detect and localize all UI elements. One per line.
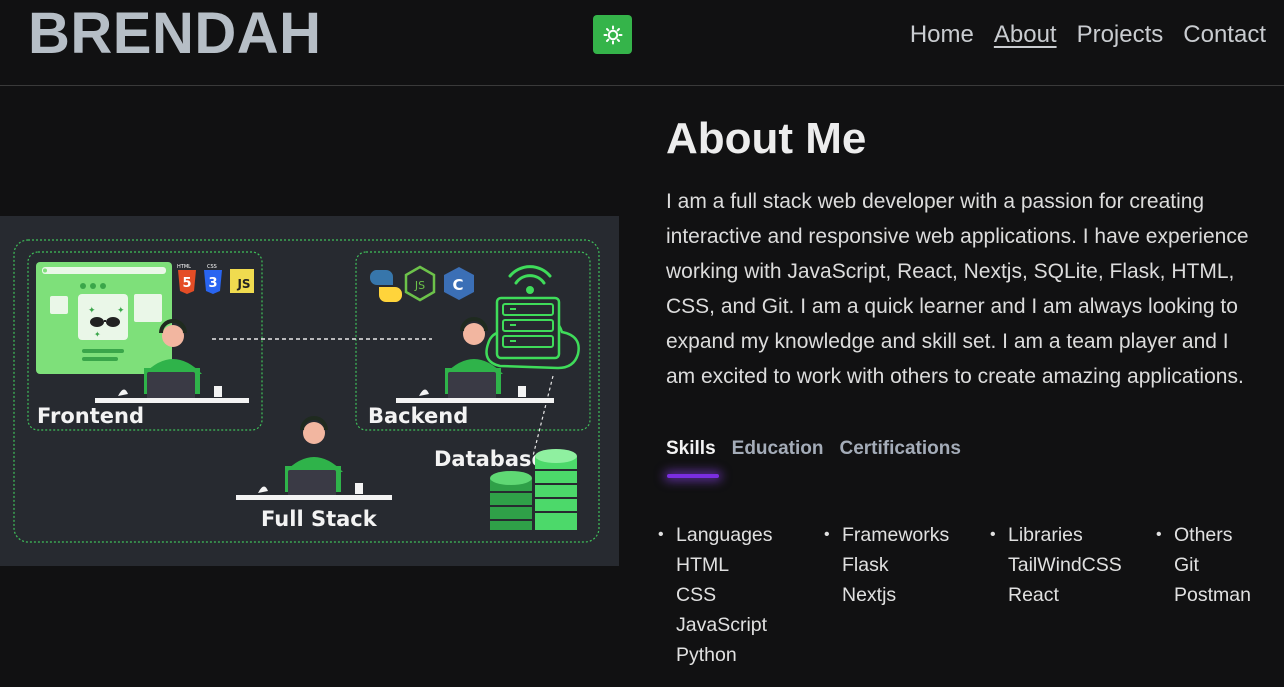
nav-projects[interactable]: Projects	[1077, 20, 1164, 50]
svg-text:C: C	[452, 276, 463, 294]
fullstack-label: Full Stack	[261, 507, 378, 531]
svg-text:3: 3	[208, 276, 217, 291]
css3-icon: CSS 3	[204, 264, 222, 294]
svg-text:5: 5	[182, 276, 191, 291]
fullstack-developer-figure	[236, 416, 392, 500]
brand-logo[interactable]: BRENDAH	[28, 2, 322, 66]
html5-icon: HTML 5	[177, 264, 196, 294]
svg-text:JS: JS	[414, 279, 425, 292]
about-line: interactive and responsive web applicati…	[666, 225, 1249, 248]
skill-item: Flask	[842, 554, 889, 576]
skill-item: Python	[676, 644, 737, 666]
svg-text:✦: ✦	[94, 330, 101, 339]
skill-item: Postman	[1174, 584, 1251, 606]
skill-item: HTML	[676, 554, 730, 576]
about-line: am excited to work with others to create…	[666, 365, 1244, 388]
about-line: expand my knowledge and skill set. I am …	[666, 330, 1229, 353]
skill-item: Nextjs	[842, 584, 897, 606]
skill-item: React	[1008, 584, 1059, 606]
skill-group-others: Others Git Postman	[1156, 520, 1284, 670]
about-line: I am a full stack web developer with a p…	[666, 190, 1205, 213]
skill-group-languages: Languages HTML CSS JavaScript Python	[658, 520, 824, 670]
nodejs-icon: JS	[404, 265, 436, 302]
skill-category: Frameworks	[824, 520, 990, 550]
browser-mockup: ✦ ✦ ✦	[36, 262, 172, 374]
theme-toggle-button[interactable]	[593, 15, 632, 54]
database-label: Database	[434, 447, 546, 471]
svg-text:HTML: HTML	[177, 264, 191, 270]
about-description: I am a full stack web developer with a p…	[666, 184, 1284, 394]
python-icon	[369, 270, 403, 302]
about-title: About Me	[666, 114, 867, 163]
skill-item: TailWindCSS	[1008, 554, 1122, 576]
skill-item: Git	[1174, 554, 1199, 576]
nav-contact[interactable]: Contact	[1183, 20, 1266, 50]
skills-list: Languages HTML CSS JavaScript Python Fra…	[658, 520, 1284, 670]
about-line: working with JavaScript, React, Nextjs, …	[666, 260, 1235, 283]
tab-skills[interactable]: Skills	[666, 437, 716, 461]
frontend-label: Frontend	[37, 404, 144, 428]
wifi-icon	[508, 265, 552, 294]
main-nav: Home About Projects Contact	[910, 20, 1266, 50]
about-tabs: Skills Education Certifications	[666, 437, 961, 461]
backend-label: Backend	[368, 404, 468, 428]
active-tab-indicator	[667, 474, 719, 478]
nav-about[interactable]: About	[994, 20, 1057, 50]
skill-category: Others	[1156, 520, 1284, 550]
sun-icon	[603, 25, 622, 44]
skill-category: Languages	[658, 520, 824, 550]
skill-category: Libraries	[990, 520, 1156, 550]
javascript-icon: JS	[230, 269, 254, 293]
skill-item: JavaScript	[676, 614, 768, 636]
skill-group-libraries: Libraries TailWindCSS React	[990, 520, 1156, 670]
svg-text:JS: JS	[236, 277, 250, 291]
server-cloud-icon	[485, 296, 580, 370]
fullstack-illustration: ✦ ✦ ✦ HTML 5 CSS 3 JS Frontend JS C Back…	[0, 216, 619, 566]
about-line: CSS, and Git. I am a quick learner and I…	[666, 295, 1238, 318]
svg-text:CSS: CSS	[207, 264, 217, 270]
nav-home[interactable]: Home	[910, 20, 974, 50]
svg-text:✦: ✦	[88, 306, 96, 316]
tab-certifications[interactable]: Certifications	[840, 437, 961, 461]
c-language-icon: C	[444, 267, 474, 300]
site-header: BRENDAH Home About Projects Contact	[0, 0, 1284, 86]
skill-group-frameworks: Frameworks Flask Nextjs	[824, 520, 990, 670]
skill-item: CSS	[676, 584, 717, 606]
tab-education[interactable]: Education	[732, 437, 824, 461]
svg-text:✦: ✦	[117, 306, 125, 316]
